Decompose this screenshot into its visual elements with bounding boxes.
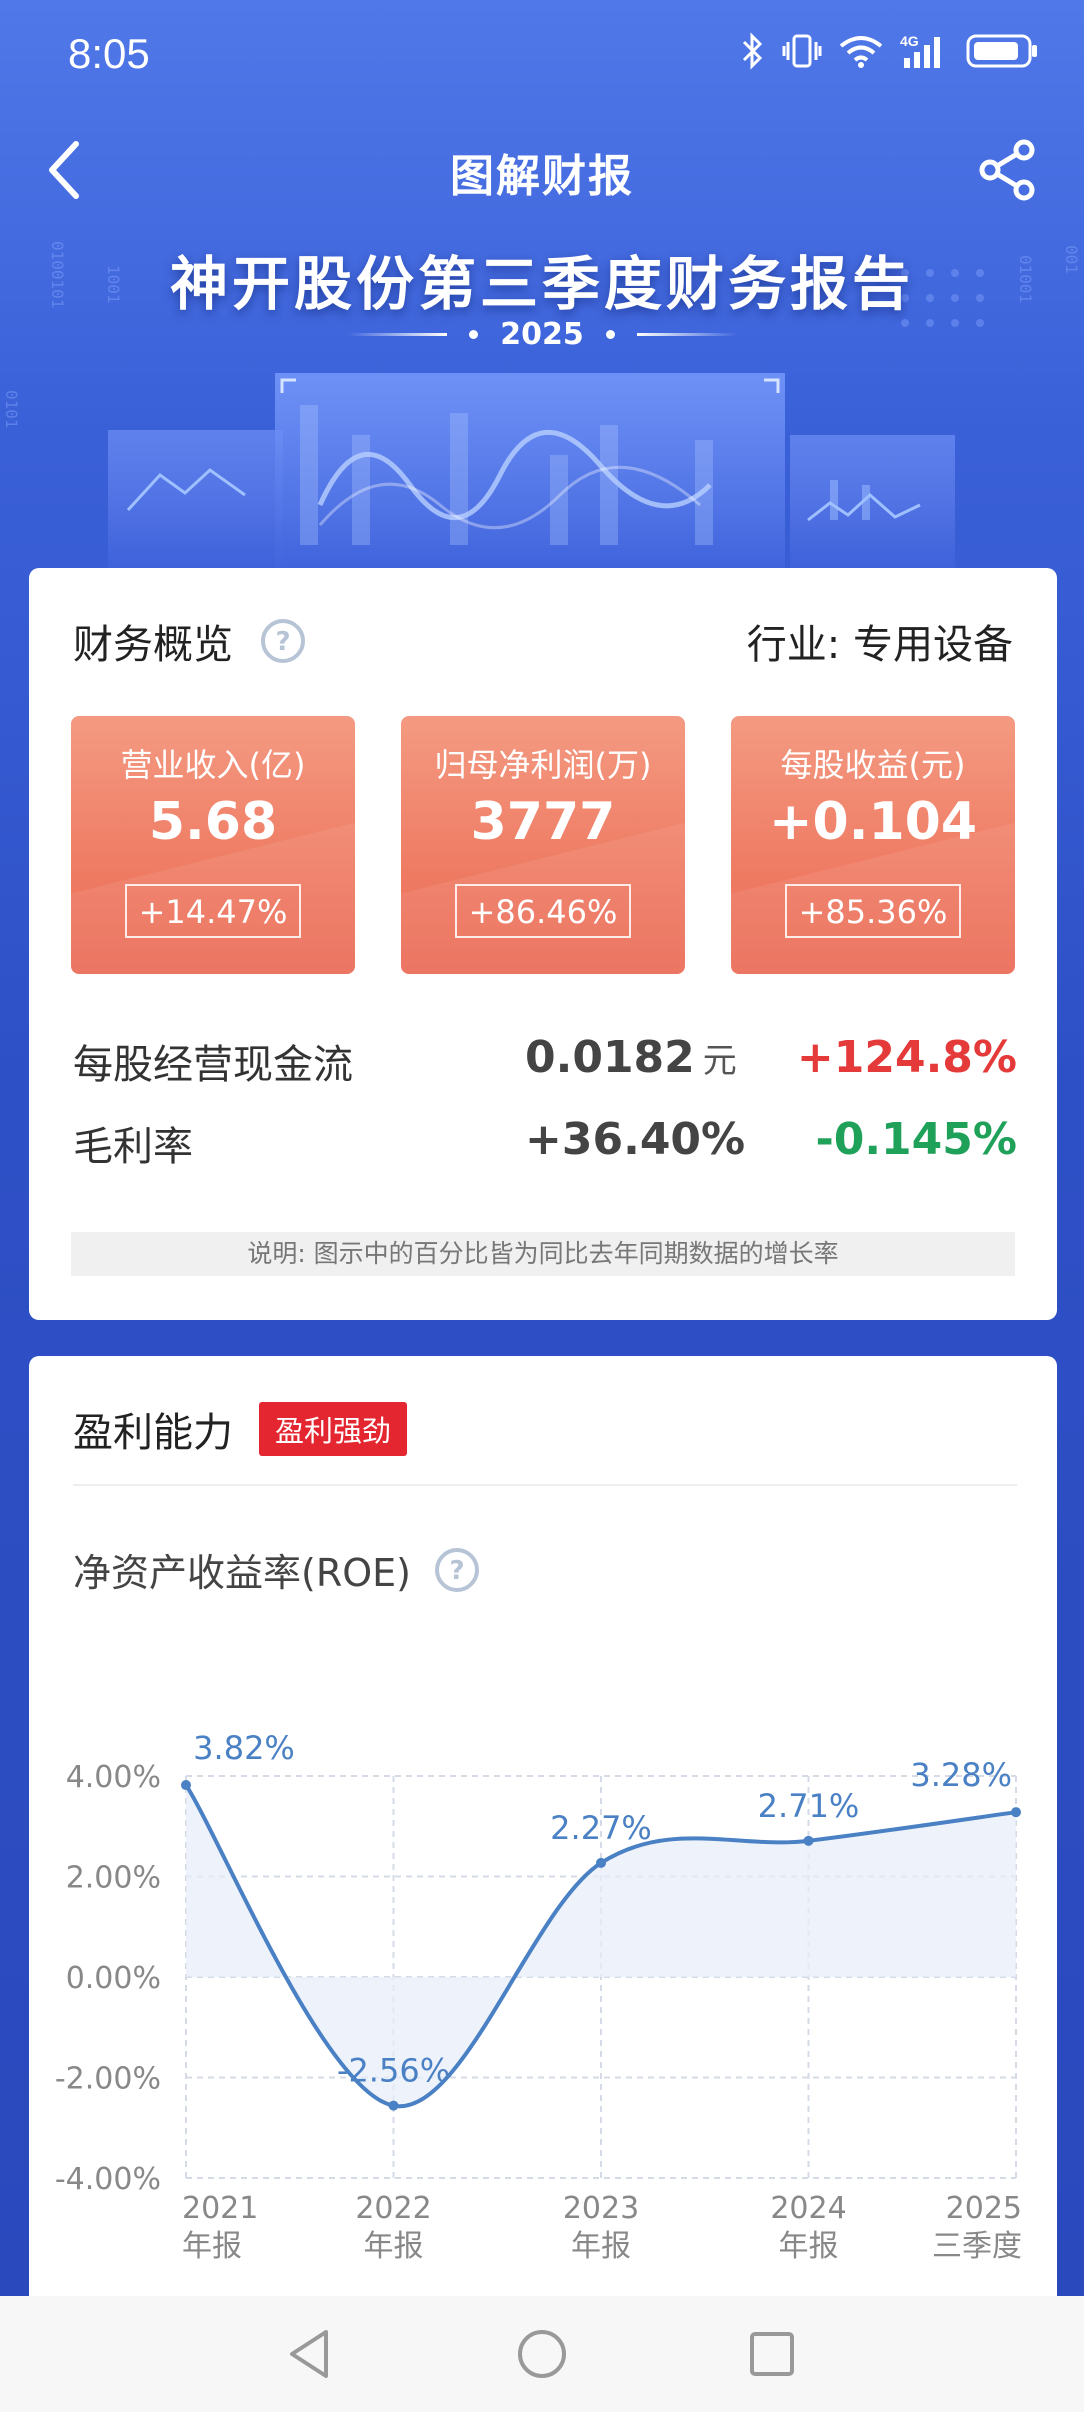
roe-line-chart: 4.00% 2.00% 0.00% -2.00% -4.00% 3.82% -2.56% 2.… (55, 1729, 1022, 2264)
roe-point (803, 1835, 814, 1846)
x-tick-period: 三季度 (932, 2229, 1022, 2264)
battery-icon (966, 34, 1037, 68)
share-icon[interactable] (976, 138, 1040, 202)
report-year-row: 2025 (0, 317, 1084, 352)
nav-recents-icon[interactable] (740, 2322, 804, 2386)
year-dot-left (469, 330, 479, 339)
screen: 8:05 4G 图解财报 0100101 1001 0101 01001 001… (0, 0, 1084, 2412)
y-tick-label: -4.00% (55, 2162, 161, 2197)
roe-data-label: 3.82% (193, 1729, 295, 1767)
y-tick-label: 0.00% (66, 1961, 161, 1996)
tile-change: +14.47% (125, 884, 301, 938)
x-tick-year: 2022 (355, 2191, 431, 2226)
stat-value: +36.40% (525, 1114, 745, 1165)
wifi-icon (839, 36, 883, 68)
roe-point (596, 1857, 606, 1868)
system-nav-bar (0, 2296, 1084, 2412)
y-tick-label: 2.00% (66, 1861, 161, 1896)
net-profit-tile[interactable]: 归母净利润(万) 3777 +86.46% (401, 716, 685, 974)
roe-point (388, 2100, 399, 2111)
svg-text:0101: 0101 (2, 390, 21, 429)
roe-data-label: -2.56% (337, 2052, 450, 2090)
stat-number: 0.0182 (525, 1032, 695, 1083)
overview-header: 财务概览 ? (73, 612, 307, 670)
tile-label: 营业收入(亿) (120, 746, 306, 784)
cashflow-row: 每股经营现金流 0.0182 元 +124.8% (73, 1032, 1017, 1092)
x-tick-period: 年报 (182, 2229, 242, 2264)
app-header: 图解财报 (0, 110, 1084, 230)
x-tick-period: 年报 (779, 2229, 839, 2264)
roe-data-label: 3.28% (910, 1756, 1012, 1794)
y-tick-label: -2.00% (55, 2062, 161, 2097)
profit-status-badge: 盈利强劲 (259, 1402, 408, 1456)
status-bar: 8:05 4G (0, 0, 1084, 110)
tile-value: 3777 (470, 792, 616, 852)
tile-change: +86.46% (455, 884, 631, 938)
roe-chart-title: 净资产收益率(ROE) (73, 1551, 411, 1595)
nav-back-icon[interactable] (278, 2322, 342, 2386)
page-title: 图解财报 (450, 151, 634, 202)
stat-change: -0.145% (815, 1114, 1017, 1165)
eps-tile[interactable]: 每股收益(元) +0.104 +85.36% (731, 716, 1015, 974)
stat-label: 每股经营现金流 (73, 1042, 353, 1088)
signal-4g-icon: 4G (900, 33, 940, 68)
x-tick-period: 年报 (364, 2229, 424, 2264)
svg-text:?: ? (449, 1556, 464, 1586)
stat-change: +124.8% (796, 1032, 1017, 1083)
x-tick-year: 2023 (563, 2191, 639, 2226)
revenue-tile[interactable]: 营业收入(亿) 5.68 +14.47% (71, 716, 355, 974)
roe-data-label: 2.71% (758, 1787, 860, 1825)
gross-margin-row: 毛利率 +36.40% -0.145% (73, 1114, 1017, 1174)
tile-value: +0.104 (768, 792, 978, 852)
year-dot-right (605, 330, 615, 339)
stat-value: 0.0182 元 (525, 1032, 737, 1083)
growth-note: 说明: 图示中的百分比皆为同比去年同期数据的增长率 (71, 1232, 1015, 1276)
x-tick-year: 2021 (182, 2191, 258, 2226)
tile-label: 每股收益(元) (780, 746, 966, 784)
x-tick-year: 2025 (946, 2191, 1022, 2226)
vibrate-icon (782, 34, 822, 68)
help-icon[interactable]: ? (433, 1546, 481, 1594)
stat-label: 毛利率 (73, 1124, 193, 1170)
tile-label: 归母净利润(万) (434, 746, 652, 784)
tile-value: 5.68 (148, 792, 278, 852)
help-icon[interactable]: ? (259, 617, 307, 665)
roe-point (1011, 1807, 1021, 1818)
overview-title: 财务概览 (73, 622, 233, 668)
industry-label: 行业: 专用设备 (746, 622, 1013, 668)
profitability-card: 盈利能力 盈利强劲 净资产收益率(ROE) ? 4.00% 2.00% 0.00% -… (29, 1356, 1057, 2412)
stat-number: +36.40% (525, 1114, 746, 1165)
year-line-right (636, 333, 737, 336)
report-title: 神开股份第三季度财务报告 (169, 250, 914, 318)
profitability-title: 盈利能力 (73, 1410, 233, 1456)
roe-subhead: 净资产收益率(ROE) ? (73, 1542, 481, 1597)
x-tick-year: 2024 (770, 2191, 846, 2226)
bluetooth-icon (742, 32, 763, 70)
tile-change: +85.36% (785, 884, 961, 938)
roe-point (181, 1780, 191, 1791)
nav-home-icon[interactable] (510, 2322, 574, 2386)
x-tick-period: 年报 (571, 2229, 631, 2264)
svg-text:?: ? (275, 627, 290, 657)
svg-text:4G: 4G (900, 33, 919, 49)
metric-tiles: 营业收入(亿) 5.68 +14.47% 归母净利润(万) 3777 +86.4… (71, 716, 1015, 974)
financial-overview-card: 财务概览 ? 行业: 专用设备 营业收入(亿) 5.68 +14.47% 归母净… (29, 568, 1057, 1320)
status-icons: 4G (740, 32, 1040, 70)
report-year: 2025 (500, 317, 584, 352)
roe-data-label: 2.27% (550, 1809, 652, 1847)
stat-unit: 元 (702, 1041, 737, 1081)
report-hero: 0100101 1001 0101 01001 001 神开股份第三季度财务报告… (0, 225, 1084, 575)
section-divider (73, 1484, 1017, 1486)
y-tick-label: 4.00% (66, 1760, 161, 1795)
status-time: 8:05 (68, 30, 150, 77)
profitability-header: 盈利能力 盈利强劲 (73, 1400, 408, 1458)
year-line-left (347, 333, 448, 336)
